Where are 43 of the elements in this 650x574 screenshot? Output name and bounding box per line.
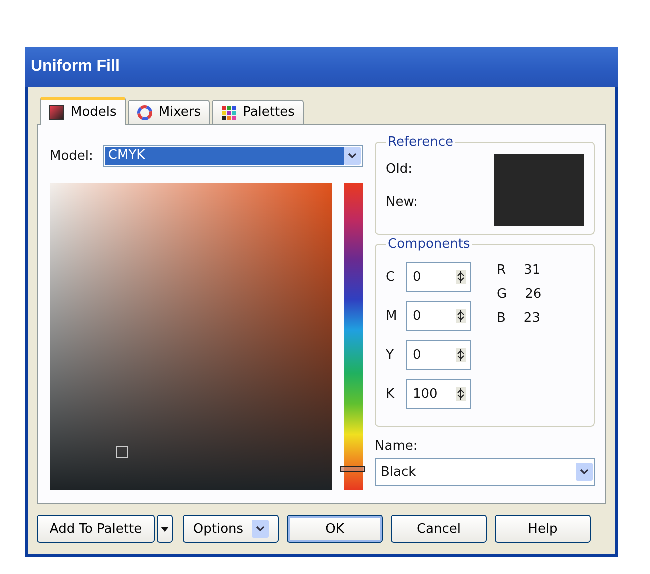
channel-label: G: [497, 287, 508, 302]
tab[interactable]: Models: [40, 97, 126, 125]
options-button[interactable]: Options: [183, 515, 279, 543]
window-title: Uniform Fill: [31, 58, 120, 76]
group-title: Components: [387, 237, 472, 252]
ok-button[interactable]: OK: [287, 515, 383, 543]
picker-marker[interactable]: [116, 446, 128, 458]
dropdown-button[interactable]: [157, 515, 173, 543]
tab[interactable]: Palettes: [212, 100, 304, 124]
group-title: Reference: [387, 135, 454, 150]
number-field[interactable]: 0: [406, 340, 471, 370]
dialog-button[interactable]: Cancel: [391, 515, 487, 543]
add-to-palette-button[interactable]: Add To Palette: [37, 515, 155, 543]
model-label: Model:: [50, 148, 94, 164]
dialog-button[interactable]: Help: [495, 515, 591, 543]
caret-icon: [161, 526, 169, 532]
number-field[interactable]: 0: [406, 301, 471, 331]
channel-value: 23: [524, 311, 540, 326]
model-dropdown[interactable]: CMYK: [103, 145, 363, 167]
tab[interactable]: Mixers: [128, 100, 210, 124]
number-field[interactable]: 0: [406, 262, 471, 292]
component-label: C: [386, 270, 396, 284]
spinner-icon[interactable]: [456, 309, 466, 323]
color-swatch-icon: [49, 104, 65, 120]
old-label: Old:: [386, 162, 414, 177]
component-label: M: [386, 308, 396, 324]
color-picker-area[interactable]: [50, 183, 332, 490]
component-label: K: [386, 386, 396, 402]
new-label: New:: [386, 195, 418, 210]
component-label: Y: [386, 348, 395, 362]
color-wheel-icon: [136, 104, 153, 120]
channel-value: 26: [525, 287, 542, 302]
number-field[interactable]: 100: [406, 379, 471, 409]
name-label: Name:: [375, 439, 419, 454]
channel-value: 31: [524, 263, 541, 278]
slider-handle[interactable]: [340, 466, 365, 472]
name-dropdown[interactable]: Black: [375, 458, 595, 486]
spinner-icon[interactable]: [456, 387, 466, 401]
spinner-icon[interactable]: [456, 270, 466, 284]
channel-label: R: [497, 263, 506, 278]
spinner-icon[interactable]: [456, 348, 466, 362]
channel-label: B: [497, 311, 506, 326]
palette-grid-icon: [221, 104, 238, 120]
